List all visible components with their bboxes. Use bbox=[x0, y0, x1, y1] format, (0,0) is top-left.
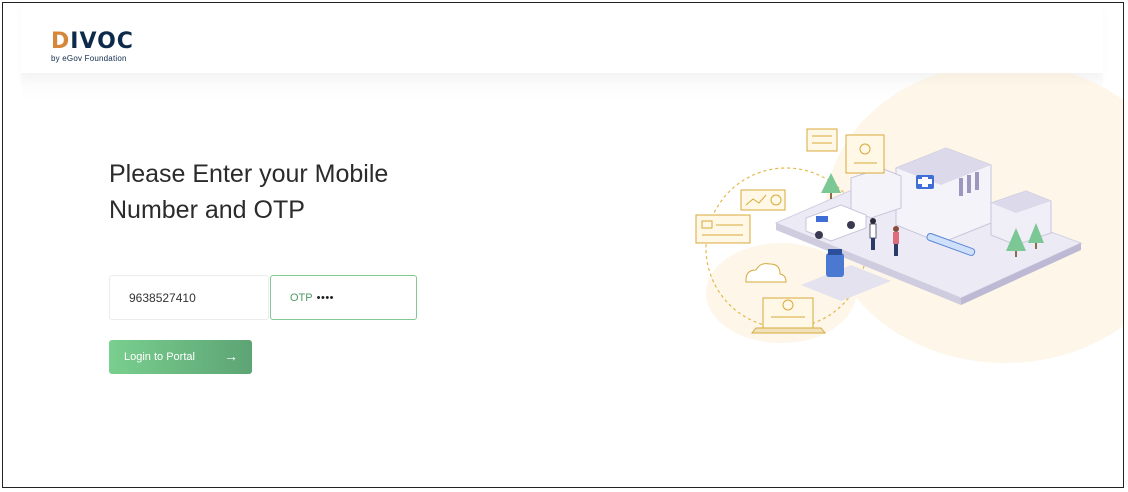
logo-tagline: by eGov Foundation bbox=[51, 54, 127, 63]
person-2-legs bbox=[894, 244, 898, 256]
otp-masked-value: •••• bbox=[316, 291, 335, 304]
tree-1 bbox=[821, 173, 841, 193]
hospital-illustration bbox=[695, 128, 1083, 334]
card-list bbox=[806, 128, 838, 152]
card-form bbox=[695, 214, 751, 244]
login-to-portal-button[interactable]: Login to Portal → bbox=[109, 340, 252, 374]
person-1-legs bbox=[871, 238, 875, 250]
vaccine-vial bbox=[826, 253, 844, 277]
arrow-right-icon: → bbox=[224, 348, 238, 364]
card-chart bbox=[740, 189, 786, 211]
person-1-head bbox=[870, 218, 876, 224]
login-title: Please Enter your Mobile Number and OTP bbox=[109, 160, 389, 224]
person-2-body bbox=[893, 232, 899, 244]
mobile-number-input[interactable] bbox=[109, 275, 269, 320]
cloud-icon bbox=[745, 263, 787, 283]
logo-wordmark: DIVOC bbox=[51, 29, 134, 54]
laptop-base bbox=[750, 327, 827, 334]
divoc-logo[interactable]: DIVOC by eGov Foundation bbox=[51, 29, 134, 64]
cross-h bbox=[918, 179, 932, 184]
laptop-screen bbox=[762, 297, 814, 329]
person-2-head bbox=[893, 226, 899, 232]
otp-placeholder: OTP bbox=[290, 291, 313, 304]
building-left bbox=[850, 167, 902, 219]
ambulance-wheel-2 bbox=[847, 221, 855, 229]
ambulance-window bbox=[816, 216, 828, 222]
login-button-label: Login to Portal bbox=[124, 351, 195, 363]
otp-input[interactable]: OTP •••• bbox=[270, 275, 417, 320]
person-1-body bbox=[869, 223, 877, 239]
page-frame: DIVOC by eGov Foundation Please Enter yo… bbox=[2, 2, 1124, 488]
window-1 bbox=[959, 178, 963, 196]
window-3 bbox=[975, 172, 979, 190]
ambulance-wheel-1 bbox=[815, 231, 823, 239]
window-2 bbox=[967, 175, 971, 193]
header-bar: DIVOC by eGov Foundation bbox=[21, 3, 1103, 73]
